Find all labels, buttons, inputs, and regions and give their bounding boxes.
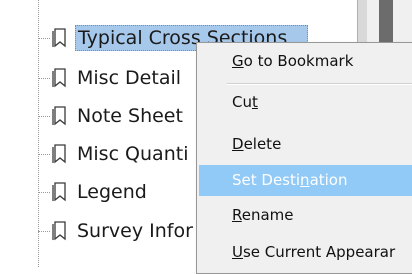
- bookmark-label: Misc Detail: [77, 67, 182, 89]
- access-key: t: [251, 93, 258, 111]
- bookmark-label: Note Sheet: [77, 105, 183, 127]
- menu-item-label: Rename: [232, 206, 294, 224]
- tree-branch-line: [38, 116, 50, 117]
- bookmark-icon: [52, 221, 66, 241]
- access-key: R: [232, 206, 242, 224]
- menu-item-label: Set Destination: [232, 171, 348, 189]
- bookmark-icon: [52, 182, 66, 202]
- menu-item-label: Delete: [232, 135, 282, 153]
- tree-branch-line: [38, 38, 50, 39]
- bookmark-icon: [52, 28, 66, 48]
- tree-branch-line: [38, 78, 50, 79]
- tree-branch-line: [38, 231, 50, 232]
- bookmark-label: Legend: [77, 181, 147, 203]
- access-key: G: [232, 52, 244, 70]
- tree-branch-line: [38, 154, 50, 155]
- context-menu: Go to Bookmark Cut Delete Set Destinatio…: [196, 42, 412, 274]
- bookmark-label: Survey Infor: [77, 220, 193, 242]
- access-key: D: [232, 135, 244, 153]
- access-key: n: [300, 171, 310, 189]
- menu-item-rename[interactable]: Rename: [199, 200, 412, 231]
- bookmark-label: Misc Quanti: [77, 143, 189, 165]
- menu-item-label: Go to Bookmark: [232, 52, 354, 70]
- menu-item-label: Cut: [232, 93, 258, 111]
- menu-item-delete[interactable]: Delete: [199, 129, 412, 160]
- menu-item-use-current-appearance[interactable]: Use Current Appearar: [199, 237, 412, 268]
- menu-item-go-to-bookmark[interactable]: Go to Bookmark: [199, 46, 412, 77]
- bookmark-icon: [52, 106, 66, 126]
- menu-separator: [227, 83, 412, 85]
- menu-item-cut[interactable]: Cut: [199, 87, 412, 118]
- tree-branch-line: [38, 192, 50, 193]
- access-key: U: [232, 243, 243, 261]
- bookmark-icon: [52, 144, 66, 164]
- menu-item-set-destination[interactable]: Set Destination: [199, 165, 412, 196]
- bookmark-icon: [52, 68, 66, 88]
- menu-item-label: Use Current Appearar: [232, 243, 396, 261]
